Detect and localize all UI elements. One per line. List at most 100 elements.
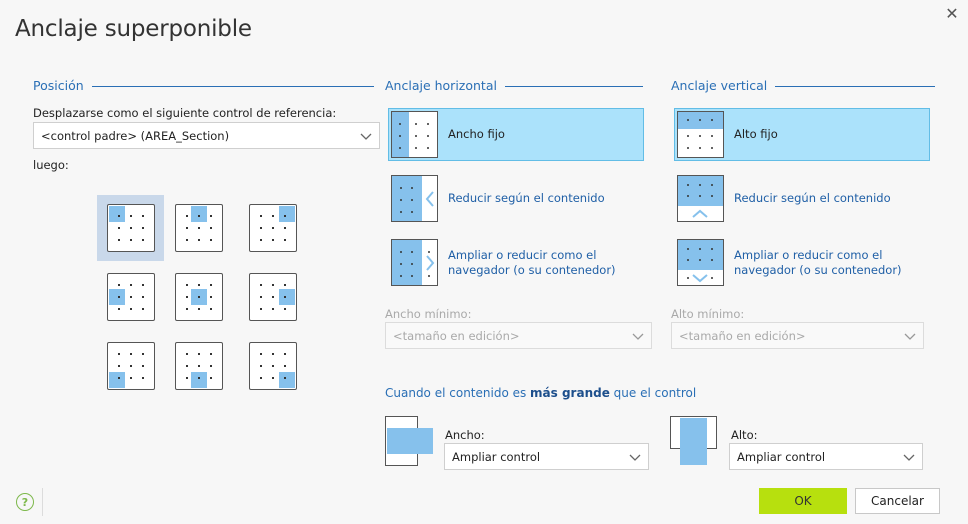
grid-dot: [118, 227, 120, 229]
anchor-block-icon: [279, 206, 295, 222]
position-option-middle-center[interactable]: [175, 273, 223, 321]
min-height-select: <tamaño en edición>: [671, 322, 924, 349]
option-shrink-height[interactable]: Reducir según el contenido: [674, 172, 930, 225]
grid-dot: [284, 227, 286, 229]
shrink-height-icon: [677, 175, 724, 222]
overflow-heading: Cuando el contenido es más grande que el…: [385, 386, 696, 400]
option-label: Reducir según el contenido: [734, 191, 891, 205]
grid-dot: [118, 353, 120, 355]
min-height-value: <tamaño en edición>: [679, 328, 806, 343]
grid-dot: [142, 239, 144, 241]
option-resize-height[interactable]: Ampliar o reducir como el navegador (o s…: [674, 236, 930, 289]
grid-dot: [198, 308, 200, 310]
grid-dot: [118, 239, 120, 241]
position-option-top-left[interactable]: [107, 204, 155, 252]
section-title: Posición: [33, 78, 84, 93]
overflow-text-bold: más grande: [530, 386, 610, 400]
reference-label: Desplazarse como el siguiente control de…: [33, 106, 337, 120]
grid-dot: [272, 296, 274, 298]
grid-dot: [284, 215, 286, 217]
grid-dot: [142, 308, 144, 310]
grid-dot: [118, 284, 120, 286]
chevron-down-icon: [629, 454, 641, 461]
grid-dot: [186, 215, 188, 217]
grid-dot: [118, 215, 120, 217]
section-header-position: Posición: [33, 78, 374, 93]
option-fixed-width[interactable]: Ancho fijo: [388, 108, 644, 161]
width-overflow-value: Ampliar control: [452, 449, 541, 464]
anchor-block-icon: [109, 206, 125, 222]
min-height-label: Alto mínimo:: [671, 307, 745, 321]
option-shrink-width[interactable]: Reducir según el contenido: [388, 172, 644, 225]
min-width-label: Ancho mínimo:: [385, 307, 472, 321]
grid-dot: [272, 239, 274, 241]
grid-dot: [198, 353, 200, 355]
position-option-bottom-left[interactable]: [107, 342, 155, 390]
grid-dot: [272, 365, 274, 367]
grid-dot: [130, 227, 132, 229]
grid-dot: [118, 296, 120, 298]
grid-dot: [186, 296, 188, 298]
height-overflow-icon: [670, 416, 717, 465]
grid-dot: [260, 296, 262, 298]
grid-dot: [210, 296, 212, 298]
grid-dot: [210, 377, 212, 379]
grid-dot: [272, 377, 274, 379]
section-rule: [775, 86, 935, 87]
option-resize-width[interactable]: Ampliar o reducir como el navegador (o s…: [388, 236, 644, 289]
reference-select-value: <control padre> (AREA_Section): [41, 128, 230, 143]
grid-dot: [260, 239, 262, 241]
width-overflow-select[interactable]: Ampliar control: [444, 443, 649, 470]
position-option-middle-right[interactable]: [249, 273, 297, 321]
grid-dot: [198, 377, 200, 379]
reference-select[interactable]: <control padre> (AREA_Section): [33, 122, 380, 149]
section-rule: [91, 86, 374, 87]
resize-width-icon: [391, 239, 438, 286]
grid-dot: [118, 308, 120, 310]
width-overflow-icon: [385, 416, 433, 466]
fixed-width-icon: [391, 111, 438, 158]
grid-dot: [198, 215, 200, 217]
option-label: Ampliar o reducir como el navegador (o s…: [734, 247, 902, 277]
help-icon[interactable]: ?: [16, 493, 34, 511]
ok-button[interactable]: OK: [759, 488, 847, 514]
grid-dot: [284, 377, 286, 379]
grid-dot: [272, 353, 274, 355]
grid-dot: [272, 308, 274, 310]
grid-dot: [130, 308, 132, 310]
grid-dot: [198, 296, 200, 298]
grid-dot: [210, 239, 212, 241]
grid-dot: [260, 353, 262, 355]
height-overflow-select[interactable]: Ampliar control: [729, 443, 923, 470]
grid-dot: [260, 365, 262, 367]
cancel-button[interactable]: Cancelar: [855, 488, 940, 514]
grid-dot: [186, 284, 188, 286]
grid-dot: [210, 227, 212, 229]
grid-dot: [186, 227, 188, 229]
grid-dot: [142, 227, 144, 229]
grid-dot: [186, 365, 188, 367]
position-option-bottom-right[interactable]: [249, 342, 297, 390]
grid-dot: [210, 353, 212, 355]
min-width-value: <tamaño en edición>: [393, 328, 520, 343]
fixed-height-icon: [677, 111, 724, 158]
position-option-top-right[interactable]: [249, 204, 297, 252]
grid-dot: [210, 284, 212, 286]
grid-dot: [198, 239, 200, 241]
position-option-top-center[interactable]: [175, 204, 223, 252]
grid-dot: [118, 365, 120, 367]
close-icon[interactable]: ✕: [942, 5, 962, 25]
height-overflow-value: Ampliar control: [737, 449, 826, 464]
grid-dot: [142, 377, 144, 379]
grid-dot: [186, 239, 188, 241]
grid-dot: [272, 284, 274, 286]
chevron-down-icon: [632, 333, 644, 340]
grid-dot: [198, 284, 200, 286]
position-option-middle-left[interactable]: [107, 273, 155, 321]
option-fixed-height[interactable]: Alto fijo: [674, 108, 930, 161]
grid-dot: [210, 215, 212, 217]
then-label: luego:: [33, 158, 69, 172]
grid-dot: [142, 215, 144, 217]
min-width-select: <tamaño en edición>: [385, 322, 652, 349]
position-option-bottom-center[interactable]: [175, 342, 223, 390]
